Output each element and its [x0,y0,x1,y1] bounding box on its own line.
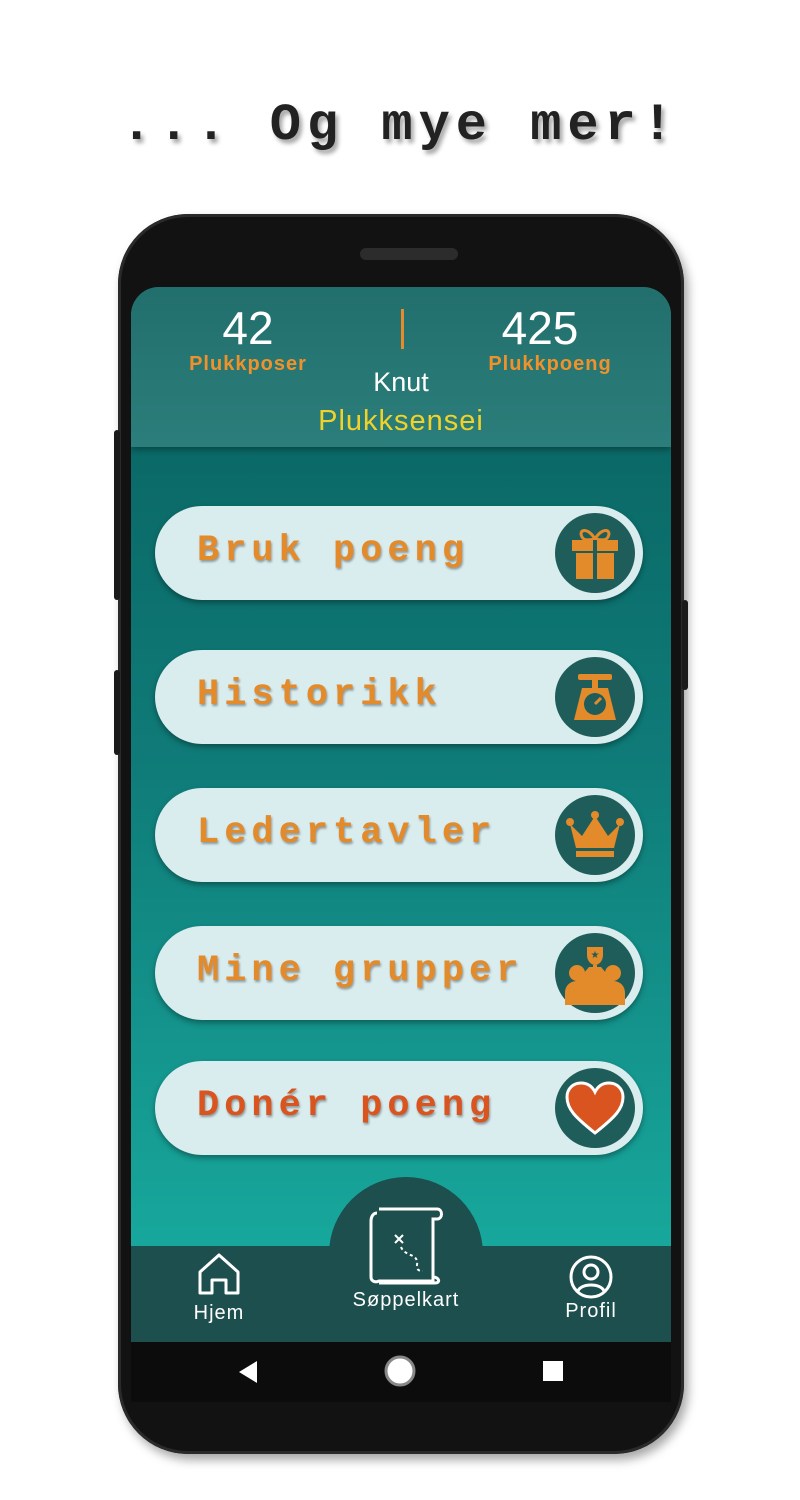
system-navigation-bar [131,1342,671,1402]
side-button [114,670,120,755]
menu-label: Mine grupper [197,950,524,992]
leaderboards-button[interactable]: Ledertavler [155,788,643,882]
headline: ... Og mye mer! [120,96,680,155]
profile-icon [569,1255,613,1299]
recents-icon[interactable] [541,1359,565,1383]
nav-home[interactable]: Hjem [179,1252,259,1325]
points-count: 425 [501,302,579,354]
home-circle-icon[interactable] [383,1354,417,1388]
group-trophy-icon: ★ [555,933,635,1013]
nav-home-label: Hjem [193,1302,245,1324]
username: Knut [373,367,429,397]
stats-divider [401,309,404,349]
menu-label: Bruk poeng [197,530,470,572]
side-button [682,600,688,690]
app-screen: 42 Plukkposer 425 Plukkpoeng Knut Plukks… [131,287,671,1342]
use-points-button[interactable]: Bruk poeng [155,506,643,600]
menu-label: Historikk [197,674,442,716]
donate-points-button[interactable]: Donér poeng [155,1061,643,1155]
back-icon[interactable] [235,1359,259,1385]
bags-count: 42 [222,302,274,354]
profile-header: 42 Plukkposer 425 Plukkpoeng Knut Plukks… [131,287,671,447]
nav-map-label: Søppelkart [352,1289,460,1311]
menu-label: Donér poeng [197,1085,497,1127]
map-icon [369,1207,443,1285]
user-rank: Plukksensei [318,405,484,437]
earpiece-speaker [360,248,458,260]
side-button [114,430,120,600]
nav-profile-label: Profil [565,1300,617,1322]
nav-trash-map[interactable]: Søppelkart [336,1205,476,1312]
svg-text:★: ★ [591,950,600,961]
scale-icon [555,657,635,737]
nav-profile[interactable]: Profil [551,1254,631,1323]
history-button[interactable]: Historikk [155,650,643,744]
menu-label: Ledertavler [197,812,497,854]
home-icon [198,1253,240,1295]
my-groups-button[interactable]: Mine grupper ★ [155,926,643,1020]
crown-icon [555,795,635,875]
heart-icon [555,1068,635,1148]
gift-icon [555,513,635,593]
